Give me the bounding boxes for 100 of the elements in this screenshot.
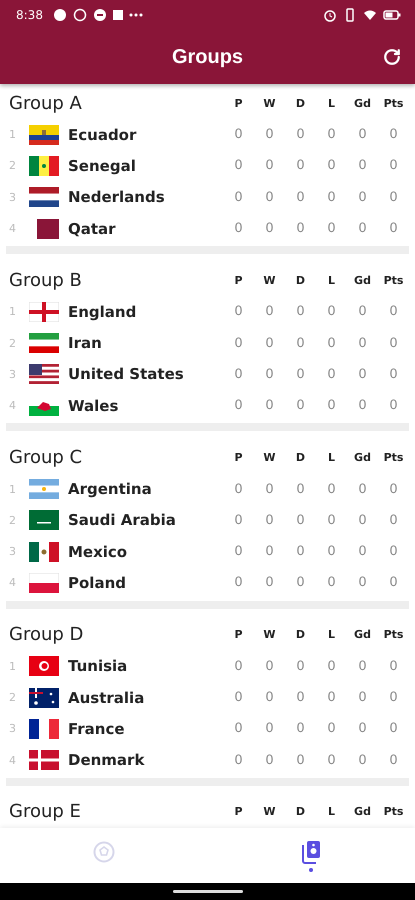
status-time: 8:38 bbox=[16, 8, 43, 22]
flag-icon bbox=[29, 302, 59, 322]
stat-value: 0 bbox=[326, 221, 337, 236]
stat-value: 0 bbox=[233, 398, 244, 414]
stat-value: 0 bbox=[233, 190, 244, 205]
stat-value: 0 bbox=[295, 482, 306, 497]
notification-icon bbox=[92, 8, 107, 22]
stat-value: 0 bbox=[233, 690, 244, 705]
column-header: W bbox=[262, 450, 277, 464]
team-name: Denmark bbox=[68, 751, 146, 770]
stat-value: 0 bbox=[326, 158, 337, 174]
stat-value: 0 bbox=[295, 127, 306, 142]
column-header: D bbox=[294, 805, 306, 818]
stat-value: 0 bbox=[326, 190, 337, 205]
stat-value: 0 bbox=[388, 304, 399, 320]
position-number: 2 bbox=[9, 336, 17, 350]
column-header: P bbox=[233, 805, 244, 818]
team-name: United States bbox=[68, 365, 185, 384]
column-header: W bbox=[262, 274, 277, 287]
stat-value: 0 bbox=[295, 721, 306, 736]
position-number: 2 bbox=[9, 691, 17, 704]
flag-icon bbox=[29, 750, 59, 770]
position-number: 4 bbox=[9, 754, 17, 767]
group-title: Group A bbox=[9, 92, 83, 114]
position-number: 1 bbox=[9, 660, 17, 673]
column-header: P bbox=[233, 450, 244, 464]
stat-value: 0 bbox=[264, 544, 275, 560]
flag-icon bbox=[29, 510, 59, 530]
column-header: Gd bbox=[353, 450, 372, 464]
stat-value: 0 bbox=[233, 127, 244, 142]
refresh-icon[interactable] bbox=[383, 48, 401, 66]
stat-value: 0 bbox=[295, 512, 306, 528]
groups-icon bbox=[301, 840, 322, 864]
column-header: W bbox=[262, 96, 277, 110]
stat-value: 0 bbox=[295, 658, 306, 674]
stat-value: 0 bbox=[295, 752, 306, 768]
stat-value: 0 bbox=[233, 336, 244, 351]
column-header: D bbox=[294, 96, 306, 110]
column-header: Pts bbox=[382, 450, 404, 464]
stat-value: 0 bbox=[388, 366, 399, 382]
stat-value: 0 bbox=[326, 304, 337, 320]
stat-value: 0 bbox=[295, 221, 306, 236]
team-name: Mexico bbox=[68, 542, 128, 561]
stat-value: 0 bbox=[264, 752, 275, 768]
notification-icon bbox=[112, 8, 123, 22]
stat-value: 0 bbox=[233, 366, 244, 382]
stat-value: 0 bbox=[233, 658, 244, 674]
stat-value: 0 bbox=[295, 336, 306, 351]
stat-value: 0 bbox=[326, 721, 337, 736]
flag-icon bbox=[29, 333, 59, 354]
position-number: 3 bbox=[9, 722, 17, 736]
stat-value: 0 bbox=[326, 512, 337, 528]
flag-icon bbox=[29, 542, 59, 562]
stat-value: 0 bbox=[326, 575, 337, 590]
stat-value: 0 bbox=[388, 721, 399, 736]
stat-value: 0 bbox=[326, 127, 337, 142]
flag-icon bbox=[29, 479, 59, 500]
stat-value: 0 bbox=[264, 304, 275, 320]
stat-value: 0 bbox=[388, 190, 399, 205]
column-header: Gd bbox=[353, 628, 372, 642]
position-number: 3 bbox=[9, 190, 17, 204]
stat-value: 0 bbox=[295, 544, 306, 560]
position-number: 1 bbox=[9, 482, 17, 496]
column-header: P bbox=[233, 628, 244, 642]
column-header: L bbox=[326, 96, 336, 110]
alarm-icon bbox=[323, 8, 337, 22]
column-header: P bbox=[233, 274, 244, 287]
stat-value: 0 bbox=[264, 221, 275, 236]
stat-value: 0 bbox=[326, 752, 337, 768]
position-number: 4 bbox=[9, 576, 17, 590]
stat-value: 0 bbox=[388, 752, 399, 768]
flag-icon bbox=[29, 718, 59, 739]
flag-icon bbox=[29, 572, 59, 593]
flag-icon bbox=[29, 218, 59, 239]
flag-icon bbox=[29, 124, 59, 145]
position-number: 3 bbox=[9, 545, 17, 558]
stat-value: 0 bbox=[295, 398, 306, 414]
stat-value: 0 bbox=[388, 336, 399, 351]
column-header: Gd bbox=[353, 805, 372, 818]
stat-value: 0 bbox=[295, 690, 306, 705]
stat-value: 0 bbox=[388, 575, 399, 590]
position-number: 2 bbox=[9, 514, 17, 527]
stat-value: 0 bbox=[326, 690, 337, 705]
stat-value: 0 bbox=[264, 658, 275, 674]
stat-value: 0 bbox=[264, 721, 275, 736]
stat-value: 0 bbox=[264, 398, 275, 414]
column-header: P bbox=[233, 96, 244, 110]
stat-value: 0 bbox=[388, 127, 399, 142]
column-header: L bbox=[326, 274, 336, 287]
home-handle[interactable] bbox=[172, 890, 242, 893]
stat-value: 0 bbox=[326, 366, 337, 382]
column-header: D bbox=[294, 628, 306, 642]
stat-value: 0 bbox=[233, 304, 244, 320]
stat-value: 0 bbox=[264, 158, 275, 174]
team-name: Wales bbox=[68, 396, 120, 415]
column-header: D bbox=[294, 274, 306, 287]
soccer-ball-icon bbox=[92, 840, 115, 862]
stat-value: 0 bbox=[357, 158, 368, 174]
stat-value: 0 bbox=[388, 690, 399, 705]
position-number: 1 bbox=[9, 305, 17, 318]
